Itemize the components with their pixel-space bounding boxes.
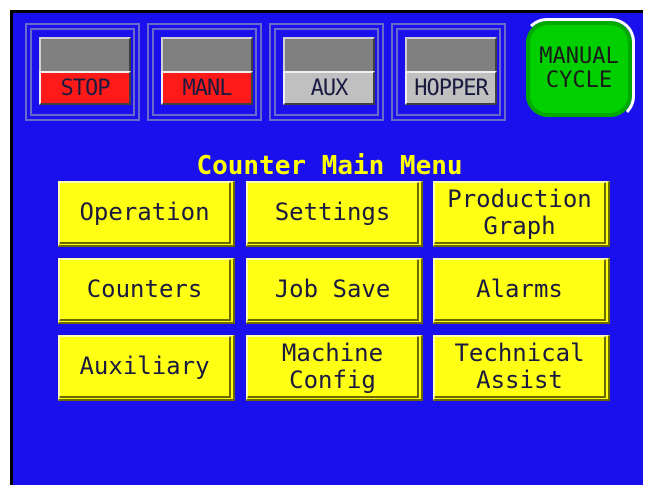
indicator-label: HOPPER: [405, 71, 497, 105]
job-save-button[interactable]: Job Save: [246, 258, 423, 324]
machine-config-button[interactable]: Machine Config: [246, 335, 423, 401]
auxiliary-button[interactable]: Auxiliary: [58, 335, 235, 401]
alarms-button[interactable]: Alarms: [433, 258, 610, 324]
button-label: Settings: [274, 198, 391, 226]
button-label: Operation: [79, 198, 210, 226]
button-label: Job Save: [274, 275, 391, 303]
status-bar: STOP MANL AUX HOPPER MANUAL CYCLE: [13, 13, 643, 123]
button-label: Alarms: [476, 275, 563, 303]
indicator-lamp: [283, 37, 375, 73]
indicator-label: MANL: [161, 71, 253, 105]
indicator-label: AUX: [283, 71, 375, 105]
button-label-line1: Technical: [454, 338, 585, 367]
indicator-aux[interactable]: AUX: [269, 23, 384, 121]
operation-button[interactable]: Operation: [58, 181, 235, 247]
cycle-button-line1: MANUAL: [539, 44, 619, 69]
indicator-lamp: [161, 37, 253, 73]
technical-assist-button[interactable]: Technical Assist: [433, 335, 610, 401]
manual-cycle-button[interactable]: MANUAL CYCLE: [523, 18, 635, 120]
button-label-line2: Config: [289, 365, 376, 394]
indicator-hopper[interactable]: HOPPER: [391, 23, 506, 121]
hmi-panel: STOP MANL AUX HOPPER MANUAL CYCLE Counte…: [10, 10, 643, 485]
hmi-screen: STOP MANL AUX HOPPER MANUAL CYCLE Counte…: [0, 0, 650, 491]
page-title: Counter Main Menu: [196, 151, 463, 181]
cycle-button-line2: CYCLE: [545, 68, 613, 93]
indicator-manl[interactable]: MANL: [147, 23, 262, 121]
settings-button[interactable]: Settings: [246, 181, 423, 247]
button-label-line1: Machine: [281, 338, 384, 367]
indicator-lamp: [39, 37, 131, 73]
counters-button[interactable]: Counters: [58, 258, 235, 324]
indicator-stop[interactable]: STOP: [25, 23, 140, 121]
button-label: Counters: [86, 275, 203, 303]
indicator-label: STOP: [39, 71, 131, 105]
production-graph-button[interactable]: Production Graph: [433, 181, 610, 247]
indicator-lamp: [405, 37, 497, 73]
button-label-line2: Graph: [483, 211, 556, 240]
button-label-line1: Production: [447, 184, 592, 213]
button-label: Auxiliary: [79, 352, 210, 380]
button-label-line2: Assist: [476, 365, 563, 394]
